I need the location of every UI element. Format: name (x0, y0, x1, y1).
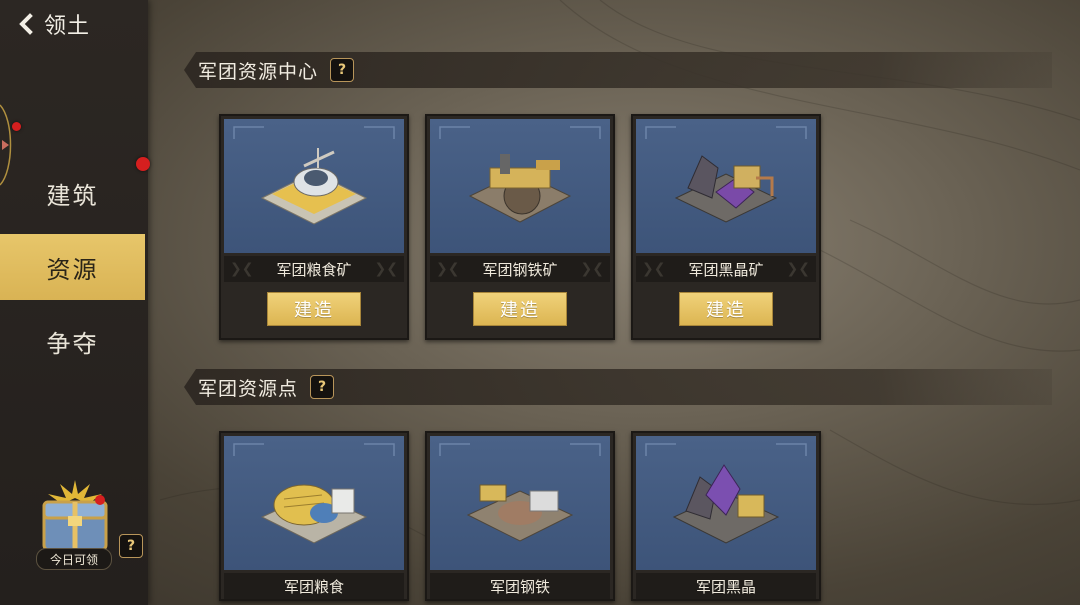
back-arrow-icon (19, 13, 33, 35)
card-image (636, 119, 816, 253)
sidebar: 领土 建筑 资源 争夺 今日可领 ? (0, 0, 148, 605)
resource-card-steel-mine: ❯❮ 军团钢铁矿 ❯❮ 建造 (425, 114, 615, 340)
nav-item-label: 争夺 (46, 329, 99, 358)
build-button[interactable]: 建造 (267, 292, 361, 326)
section-help-icon[interactable]: ? (330, 58, 355, 82)
page-title: 领土 (44, 14, 91, 39)
crystal-mine-building-icon (674, 155, 778, 223)
decor-left-icon: ❯❮ (436, 261, 460, 277)
nav-item-contest[interactable]: 争夺 (0, 308, 145, 374)
resource-card-food-point[interactable]: 军团粮食 (219, 431, 409, 601)
card-name-text: 军团粮食 (283, 577, 344, 596)
card-name-text: 军团黑晶矿 (688, 260, 764, 279)
decor-right-icon: ❯❮ (580, 261, 604, 277)
card-name: 军团黑晶 (636, 573, 816, 599)
build-button[interactable]: 建造 (679, 292, 773, 326)
farm-building-icon (260, 148, 368, 225)
card-name: 军团粮食 (224, 573, 404, 599)
resource-card-crystal-mine: ❯❮ 军团黑晶矿 ❯❮ 建造 (631, 114, 821, 340)
steel-mine-building-icon (468, 154, 572, 223)
card-name-text: 军团钢铁 (489, 577, 550, 596)
food-point-icon (260, 484, 368, 544)
decor-right-icon: ❯❮ (374, 261, 398, 277)
resource-card-crystal-point[interactable]: 军团黑晶 (631, 431, 821, 601)
crystal-point-icon (672, 464, 780, 544)
section-header-resource-center: 军团资源中心 ? (184, 52, 1052, 88)
section-header-resource-points: 军团资源点 ? (184, 369, 1052, 405)
card-image (430, 119, 610, 253)
card-image (224, 119, 404, 253)
decor-right-icon: ❯❮ (786, 261, 810, 277)
nav-item-label: 建筑 (46, 181, 99, 210)
resource-card-food-mine: ❯❮ 军团粮食矿 ❯❮ 建造 (219, 114, 409, 340)
build-button[interactable]: 建造 (473, 292, 567, 326)
nav-item-buildings[interactable]: 建筑 (0, 160, 145, 226)
section-title: 军团资源点 (198, 377, 299, 400)
decor-left-icon: ❯❮ (230, 261, 254, 277)
card-name-text: 军团粮食矿 (276, 260, 352, 279)
resource-card-steel-point[interactable]: 军团钢铁 (425, 431, 615, 601)
notification-dot (136, 157, 150, 171)
card-name: ❯❮ 军团钢铁矿 ❯❮ (430, 256, 610, 282)
card-name-text: 军团钢铁矿 (482, 260, 558, 279)
steel-point-icon (466, 484, 574, 542)
notification-dot (12, 122, 21, 131)
daily-reward-label: 今日可领 (36, 548, 112, 570)
decor-left-icon: ❯❮ (642, 261, 666, 277)
card-name-text: 军团黑晶 (695, 577, 756, 596)
nav-item-label: 资源 (46, 255, 99, 284)
card-image (636, 436, 816, 570)
card-name: ❯❮ 军团黑晶矿 ❯❮ (636, 256, 816, 282)
section-help-icon[interactable]: ? (310, 375, 335, 399)
nav-item-resources[interactable]: 资源 (0, 234, 145, 300)
back-button[interactable]: 领土 (16, 8, 90, 40)
reward-help-icon[interactable]: ? (119, 534, 143, 558)
card-name: 军团钢铁 (430, 573, 610, 599)
section-title: 军团资源中心 (198, 60, 319, 83)
card-image (224, 436, 404, 570)
card-name: ❯❮ 军团粮食矿 ❯❮ (224, 256, 404, 282)
card-image (430, 436, 610, 570)
